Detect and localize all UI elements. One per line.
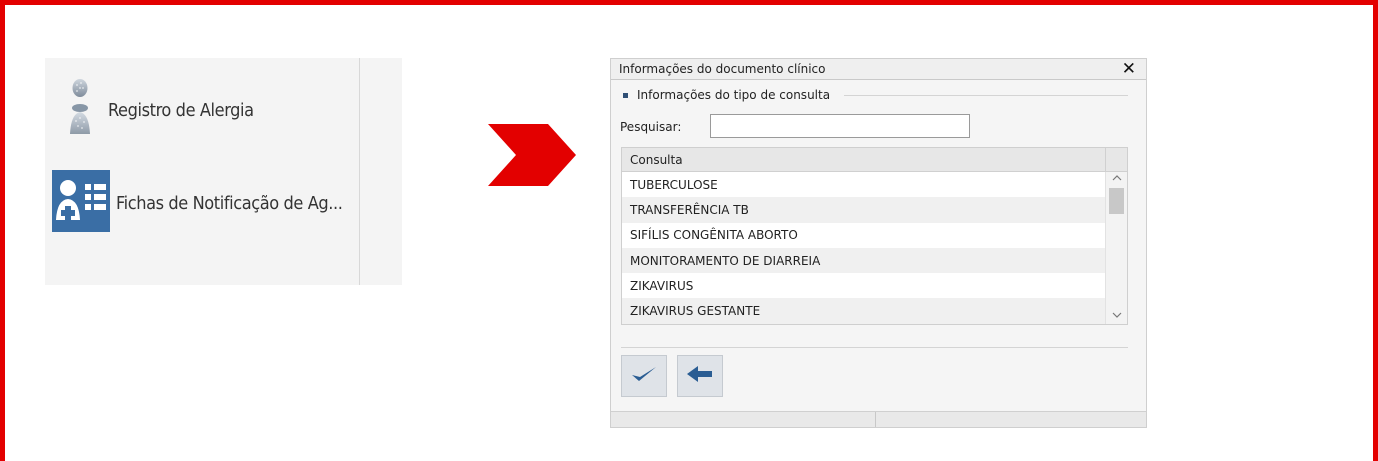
- bullet-icon: [623, 92, 628, 98]
- scrollbar-thumb[interactable]: [1109, 188, 1124, 214]
- chevron-right-icon: [488, 124, 576, 186]
- button-bar-divider: [621, 347, 1128, 348]
- grid-header-corner: [1105, 148, 1127, 172]
- dialog-title: Informações do documento clínico: [619, 62, 826, 76]
- menu-item-registro-alergia[interactable]: Registro de Alergia: [65, 78, 254, 142]
- back-button[interactable]: [677, 355, 723, 397]
- table-row[interactable]: ZIKAVIRUS GESTANTE: [622, 298, 1105, 324]
- clinical-document-dialog: Informações do documento clínico ✕ Infor…: [610, 58, 1147, 428]
- table-row[interactable]: MONITORAMENTO DE DIARREIA: [622, 247, 1105, 274]
- dialog-titlebar: Informações do documento clínico ✕: [611, 59, 1146, 80]
- table-row[interactable]: TRANSFERÊNCIA TB: [622, 197, 1105, 223]
- checkmark-icon: [630, 364, 658, 388]
- vertical-scrollbar[interactable]: [1105, 172, 1127, 324]
- menu-item-fichas-notificacao[interactable]: Fichas de Notificação de Ag...: [52, 170, 343, 236]
- confirm-button[interactable]: [621, 355, 667, 397]
- menu-panel: Registro de Alergia Fichas de Notificaçã…: [45, 58, 402, 285]
- table-row[interactable]: ZIKAVIRUS: [622, 273, 1105, 299]
- scroll-down-icon[interactable]: [1106, 311, 1127, 322]
- menu-divider: [359, 58, 360, 285]
- scroll-up-icon[interactable]: [1106, 174, 1127, 185]
- table-row[interactable]: TUBERCULOSE: [622, 172, 1105, 198]
- back-arrow-icon: [686, 364, 714, 388]
- notification-form-icon: [52, 170, 110, 236]
- menu-item-label: Fichas de Notificação de Ag...: [116, 192, 343, 214]
- menu-item-label: Registro de Alergia: [108, 99, 254, 121]
- column-header-label: Consulta: [630, 153, 683, 167]
- grid-column-header[interactable]: Consulta: [622, 148, 1105, 172]
- table-row[interactable]: SIFÍLIS CONGÊNITA ABORTO: [622, 222, 1105, 248]
- section-divider: [844, 94, 1128, 96]
- grid-rows: TUBERCULOSE TRANSFERÊNCIA TB SIFÍLIS CON…: [622, 172, 1105, 324]
- allergy-person-icon: [65, 76, 95, 144]
- search-label: Pesquisar:: [620, 120, 682, 134]
- close-icon[interactable]: ✕: [1122, 59, 1136, 79]
- dialog-footer: [611, 411, 1146, 427]
- footer-divider: [875, 412, 876, 427]
- search-input[interactable]: [710, 114, 970, 138]
- section-title: Informações do tipo de consulta: [637, 88, 831, 102]
- section-header: Informações do tipo de consulta: [623, 87, 1128, 103]
- consulta-grid: Consulta TUBERCULOSE TRANSFERÊNCIA TB SI…: [621, 147, 1128, 325]
